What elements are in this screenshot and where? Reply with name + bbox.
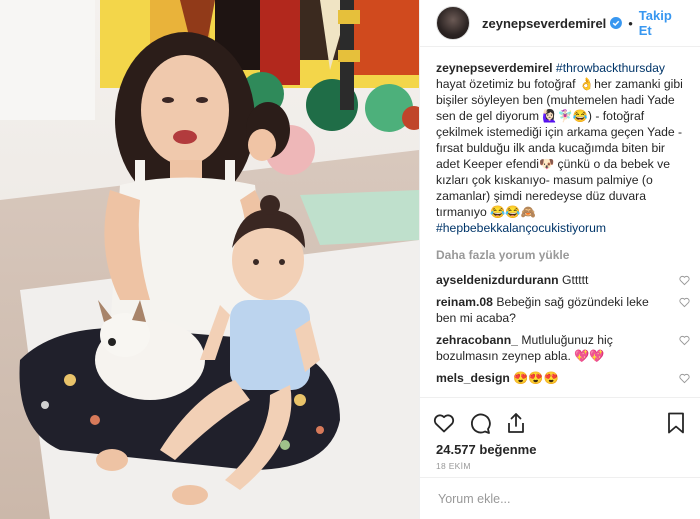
post-date: 18 EKİM — [436, 461, 471, 471]
comment-input[interactable] — [436, 490, 640, 507]
comment-like-heart-icon[interactable] — [679, 297, 690, 308]
comments-area: zeynepseverdemirel #throwbackthursday ha… — [420, 47, 700, 386]
comment-icon[interactable] — [468, 411, 492, 435]
comment-username[interactable]: ayseldenizdurdurann — [436, 273, 559, 287]
load-more-comments-link[interactable]: Daha fazla yorum yükle — [436, 247, 690, 263]
comment-like-heart-icon[interactable] — [679, 275, 690, 286]
verified-badge-icon — [610, 17, 623, 29]
comment-like-heart-icon[interactable] — [679, 373, 690, 384]
comment-username[interactable]: mels_design — [436, 371, 510, 385]
comment-like-heart-icon[interactable] — [679, 335, 690, 346]
add-comment-bar — [420, 477, 700, 519]
caption-text: hayat özetimiz bu fotoğraf 👌her zamanki … — [436, 77, 683, 219]
post-image — [0, 0, 419, 519]
comment-item: ayseldenizdurdurann Gttttt — [436, 272, 690, 288]
instagram-post: zeynepseverdemirel • Takip Et zeynepseve… — [0, 0, 700, 519]
comment-item: reinam.08 Bebeğin sağ gözündeki leke ben… — [436, 294, 690, 326]
share-icon[interactable] — [504, 411, 528, 435]
comment-item: zehracobann_ Mutluluğunuz hiç bozulmasın… — [436, 332, 690, 364]
caption-hashtag-bottom[interactable]: #hepbebekkalançocukistiyorum — [436, 221, 606, 235]
post-actions: 24.577 beğenme 18 EKİM — [420, 397, 700, 471]
comment-text: Gttttt — [561, 273, 589, 287]
avatar[interactable] — [436, 6, 470, 40]
likes-count[interactable]: 24.577 beğenme — [420, 440, 700, 457]
bookmark-icon[interactable] — [664, 411, 688, 435]
comment-item: mels_design 😍😍😍 — [436, 370, 690, 386]
caption-hashtag-top[interactable]: #throwbackthursday — [556, 61, 665, 75]
post-header: zeynepseverdemirel • Takip Et — [420, 0, 700, 47]
follow-button[interactable]: Takip Et — [639, 8, 688, 38]
post-photo[interactable] — [0, 0, 419, 519]
post-sidebar: zeynepseverdemirel • Takip Et zeynepseve… — [419, 0, 700, 519]
caption: zeynepseverdemirel #throwbackthursday ha… — [436, 60, 690, 236]
comment-username[interactable]: reinam.08 — [436, 295, 493, 309]
header-username[interactable]: zeynepseverdemirel — [482, 16, 606, 31]
heart-icon[interactable] — [432, 411, 456, 435]
comment-text: 😍😍😍 — [513, 371, 559, 385]
comment-username[interactable]: zehracobann_ — [436, 333, 518, 347]
header-separator: • — [628, 15, 633, 31]
caption-username[interactable]: zeynepseverdemirel — [436, 61, 553, 75]
action-bar — [420, 398, 700, 440]
